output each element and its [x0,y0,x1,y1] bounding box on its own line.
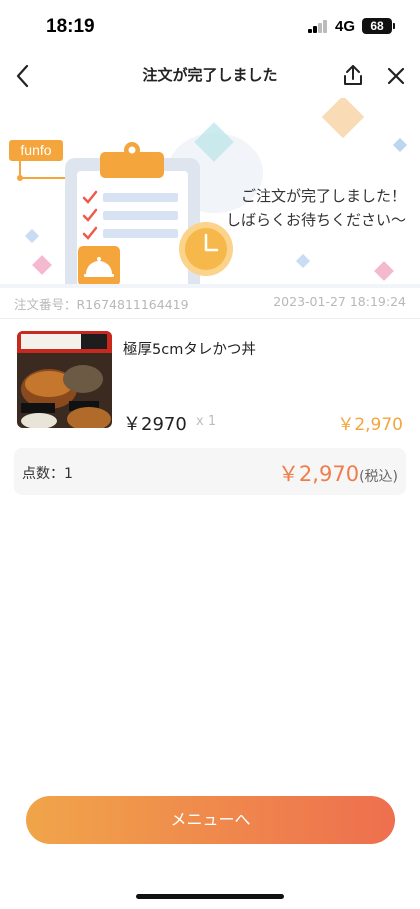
status-time: 18:19 [46,16,95,37]
nav-bar: 注文が完了しました [0,54,420,98]
order-meta: 注文番号：R1674811164419 2023-01-27 18:19:24 [0,290,420,318]
completion-message-line1: ご注文が完了しました！ [240,187,406,205]
item-unit-price: ￥2970 [123,414,187,435]
item-count: 点数：1 [22,466,73,482]
status-bar: 18:19 4G 68 [0,0,420,54]
close-button[interactable] [382,62,410,90]
close-icon [387,67,405,85]
summary-total-amount: ￥2,970 [277,462,360,486]
item-quantity: x 1 [196,414,217,429]
completion-message-line2: しばらくお待ちください〜 [225,211,406,229]
item-thumbnail [17,331,112,428]
share-icon [344,65,362,85]
order-item: 極厚5cmタレかつ丼 ￥2970 x 1 ￥2,970 [0,328,420,438]
summary-total: ￥2,970(税込) [278,458,398,488]
signal-icon [308,20,328,33]
divider [0,318,420,319]
share-button[interactable] [340,60,366,90]
tax-included-label: (税込) [359,469,398,485]
completion-message: ご注文が完了しました！ しばらくお待ちください〜 [226,184,406,232]
network-label: 4G [335,18,356,35]
item-name: 極厚5cmタレかつ丼 [123,342,256,358]
order-complete-banner: funfo ご注文が完了しました！ しばらくお待ちください〜 [0,98,420,288]
battery-tip [393,23,395,29]
order-datetime: 2023-01-27 18:19:24 [273,294,406,309]
funfo-logo: funfo [9,140,63,161]
order-number: 注文番号：R1674811164419 [14,297,189,312]
katsudon-photo [17,331,112,428]
go-to-menu-button[interactable]: メニューへ [26,796,395,844]
home-indicator [136,894,284,899]
order-summary: 点数：1 ￥2,970(税込) [14,448,406,495]
item-total: ￥2,970 [337,415,403,435]
battery-icon: 68 [362,18,392,34]
